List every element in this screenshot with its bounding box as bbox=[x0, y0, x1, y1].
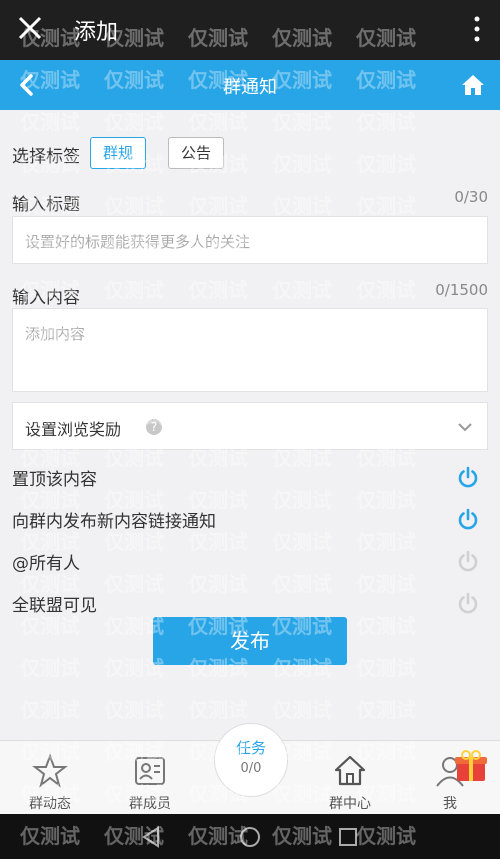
watermark-text: 仅测试 bbox=[104, 110, 164, 134]
watermark-text: 仅测试 bbox=[20, 110, 80, 134]
watermark-text: 仅测试 bbox=[272, 278, 332, 302]
system-recents-icon[interactable] bbox=[336, 825, 360, 849]
watermark-text: 仅测试 bbox=[356, 194, 416, 218]
watermark-text: 仅测试 bbox=[356, 278, 416, 302]
watermark-text: 仅测试 bbox=[20, 656, 80, 680]
watermark-text: 仅测试 bbox=[272, 110, 332, 134]
tag-rules-button[interactable]: 群规 bbox=[90, 137, 147, 169]
nav-item-group-center[interactable]: 群中心 bbox=[305, 741, 395, 815]
window-title: 添加 bbox=[74, 20, 119, 45]
nav-label: 我 bbox=[443, 796, 457, 812]
tag-announcement-button[interactable]: 公告 bbox=[168, 137, 225, 169]
watermark-text: 仅测试 bbox=[356, 656, 416, 680]
house-icon bbox=[334, 755, 366, 786]
watermark-text: 仅测试 bbox=[356, 698, 416, 722]
title-label: 输入标题 bbox=[12, 195, 80, 215]
option-mention-all: @所有人 bbox=[12, 541, 488, 581]
reward-label: 设置浏览奖励 bbox=[25, 420, 122, 439]
tag-label: 选择标签 bbox=[12, 147, 80, 167]
title-placeholder: 设置好的标题能获得更多人的关注 bbox=[25, 233, 251, 251]
task-count: 0/0 bbox=[240, 761, 262, 776]
content-textarea[interactable]: 添加内容 bbox=[12, 308, 488, 392]
top-bar: 添加 bbox=[0, 0, 500, 60]
watermark-text: 仅测试 bbox=[356, 110, 416, 134]
chevron-down-icon bbox=[458, 423, 472, 432]
watermark-text: 仅测试 bbox=[188, 110, 248, 134]
system-back-icon[interactable] bbox=[140, 825, 164, 849]
page-title: 群通知 bbox=[223, 77, 277, 98]
watermark-text: 仅测试 bbox=[188, 698, 248, 722]
power-toggle-icon[interactable] bbox=[456, 507, 480, 531]
content-placeholder: 添加内容 bbox=[25, 325, 86, 343]
bottom-nav: 群动态 群成员 任务 0/0 群中心 我 bbox=[0, 723, 500, 815]
nav-bar: 群通知 bbox=[0, 60, 500, 110]
watermark-text: 仅测试 bbox=[104, 194, 164, 218]
title-counter: 0/30 bbox=[454, 188, 488, 206]
system-home-icon[interactable] bbox=[238, 825, 262, 849]
publish-button[interactable]: 发布 bbox=[153, 617, 347, 665]
task-button[interactable]: 任务 0/0 bbox=[214, 723, 288, 797]
system-nav-bar bbox=[0, 814, 500, 859]
watermark-text: 仅测试 bbox=[356, 152, 416, 176]
nav-item-group-feed[interactable]: 群动态 bbox=[5, 741, 95, 815]
watermark-text: 仅测试 bbox=[104, 278, 164, 302]
watermark-text: 仅测试 bbox=[188, 278, 248, 302]
close-icon[interactable] bbox=[16, 14, 44, 42]
power-toggle-icon[interactable] bbox=[456, 465, 480, 489]
option-label: 全联盟可见 bbox=[12, 596, 97, 616]
nav-item-group-members[interactable]: 群成员 bbox=[105, 741, 195, 815]
task-label: 任务 bbox=[235, 739, 266, 757]
watermark-text: 仅测试 bbox=[272, 194, 332, 218]
gift-icon[interactable] bbox=[454, 749, 488, 783]
watermark-text: 仅测试 bbox=[188, 194, 248, 218]
watermark-text: 仅测试 bbox=[272, 698, 332, 722]
watermark-text: 仅测试 bbox=[272, 152, 332, 176]
help-icon[interactable]: ? bbox=[146, 419, 162, 435]
reward-select[interactable]: 设置浏览奖励 ? bbox=[12, 402, 488, 450]
option-label: 置顶该内容 bbox=[12, 470, 97, 490]
option-pin-content: 置顶该内容 bbox=[12, 457, 488, 497]
nav-label: 群动态 bbox=[29, 796, 71, 812]
watermark-text: 仅测试 bbox=[104, 698, 164, 722]
nav-label: 群中心 bbox=[329, 796, 371, 812]
power-toggle-icon[interactable] bbox=[456, 591, 480, 615]
more-options-icon[interactable] bbox=[472, 14, 482, 44]
home-icon[interactable] bbox=[460, 72, 486, 98]
title-input[interactable]: 设置好的标题能获得更多人的关注 bbox=[12, 216, 488, 264]
members-card-icon bbox=[135, 757, 165, 785]
option-notify-group: 向群内发布新内容链接通知 bbox=[12, 499, 488, 539]
option-label: 向群内发布新内容链接通知 bbox=[12, 512, 216, 532]
power-toggle-icon[interactable] bbox=[456, 549, 480, 573]
option-label: @所有人 bbox=[12, 554, 80, 574]
watermark-text: 仅测试 bbox=[20, 698, 80, 722]
content-label: 输入内容 bbox=[12, 288, 80, 308]
star-icon bbox=[32, 753, 68, 788]
content-counter: 0/1500 bbox=[435, 281, 488, 299]
nav-label: 群成员 bbox=[129, 796, 171, 812]
